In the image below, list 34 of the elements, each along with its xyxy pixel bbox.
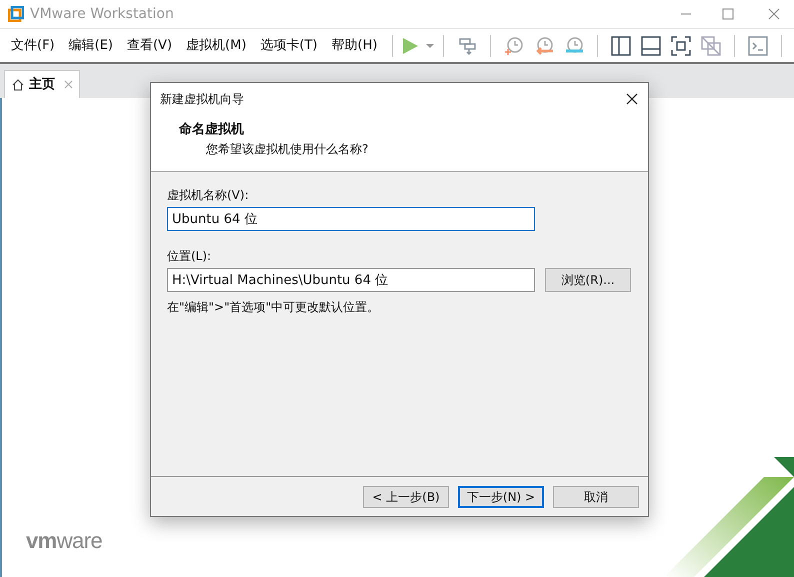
wizard-button[interactable]: < 上一步(B) (363, 486, 449, 508)
location-label: 位置(L): (167, 248, 212, 265)
unity-off-icon[interactable] (700, 34, 722, 56)
menu-item[interactable]: 文件(F) (4, 36, 62, 56)
menu-item[interactable]: 查看(V) (120, 36, 180, 56)
tab-label: 主页 (29, 76, 55, 94)
browse-button[interactable]: 浏览(R)... (545, 268, 631, 292)
fullscreen-icon[interactable] (670, 34, 692, 56)
maximize-icon[interactable] (722, 8, 734, 20)
close-icon[interactable] (626, 93, 638, 105)
vmware-logo: vmware (26, 527, 102, 555)
caret-icon[interactable] (425, 42, 436, 50)
menu-item[interactable]: 帮助(H) (324, 36, 384, 56)
console-icon[interactable] (747, 34, 769, 56)
home-tab[interactable]: 主页 (4, 70, 80, 98)
hint-text: 在"编辑">"首选项"中可更改默认位置。 (167, 299, 380, 316)
dialog-subheading: 您希望该虚拟机使用什么名称? (205, 140, 370, 158)
wizard-button[interactable]: 下一步(N) > (458, 486, 544, 508)
name-field[interactable]: Ubuntu 64 位 (167, 207, 535, 231)
menu-item[interactable]: 编辑(E) (62, 36, 120, 56)
play-icon[interactable] (401, 36, 420, 54)
location-field[interactable]: H:\Virtual Machines\Ubuntu 64 位 (167, 268, 535, 292)
clock-add-icon[interactable] (503, 34, 526, 56)
home-icon (11, 78, 25, 92)
dialog-title: 新建虚拟机向导 (160, 91, 244, 108)
panel-icon[interactable] (640, 34, 662, 56)
window-title: VMware Workstation (30, 4, 174, 24)
app-logo-icon (8, 6, 24, 22)
dialog-heading: 命名虚拟机 (179, 120, 245, 139)
menu-item[interactable]: 虚拟机(M) (179, 36, 254, 56)
name-label: 虚拟机名称(V): (167, 187, 250, 204)
sidebar-icon[interactable] (610, 34, 632, 56)
menu-item[interactable]: 选项卡(T) (253, 36, 324, 56)
wizard-button[interactable]: 取消 (553, 486, 639, 508)
